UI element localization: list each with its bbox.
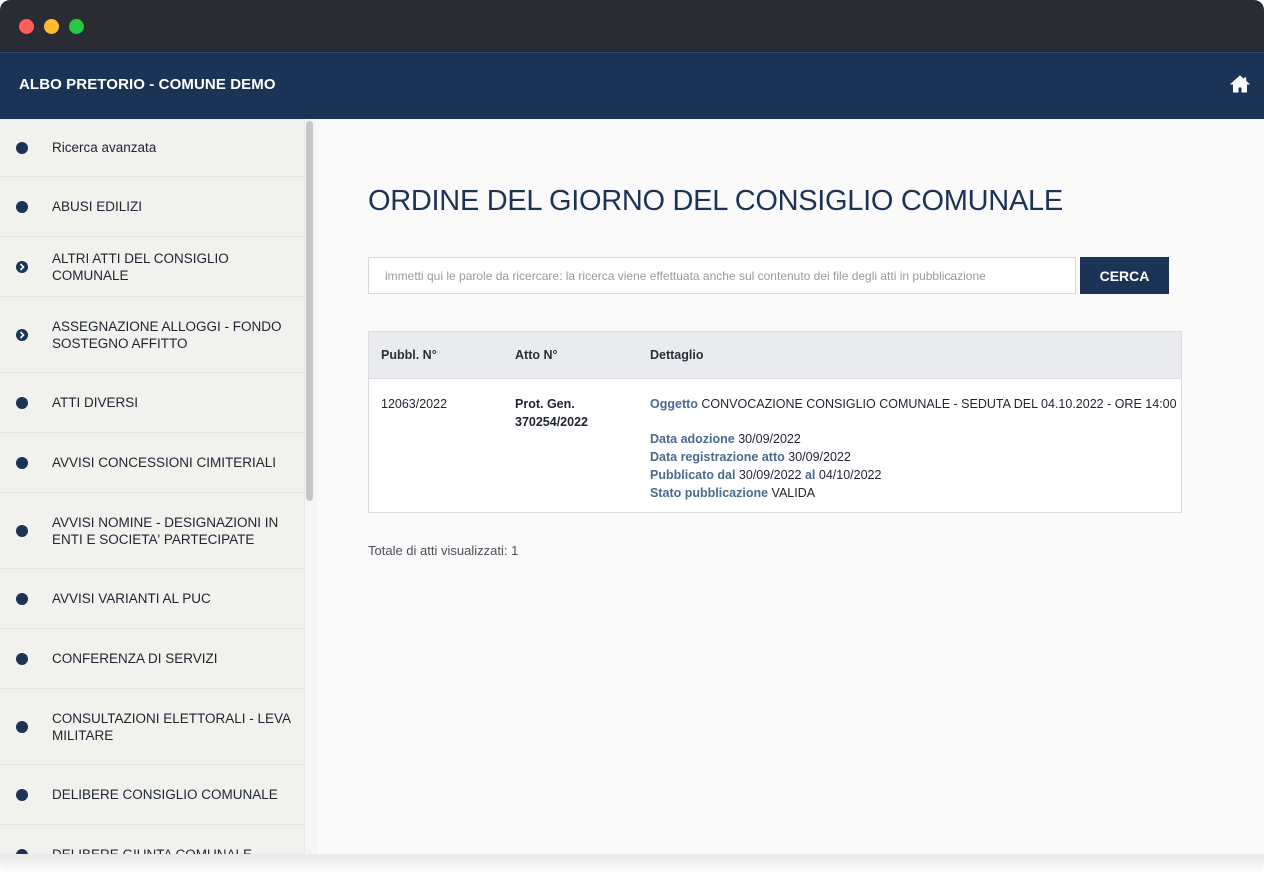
sidebar-item-label: AVVISI VARIANTI AL PUC bbox=[52, 591, 211, 606]
cell-oggetto: Oggetto CONVOCAZIONE CONSIGLIO COMUNALE … bbox=[650, 395, 1177, 413]
pubblicato-al-label: al bbox=[804, 468, 816, 482]
cell-detail-info: Data adozione 30/09/2022 Data registrazi… bbox=[650, 430, 881, 502]
app-title: ALBO PRETORIO - COMUNE DEMO bbox=[19, 76, 276, 93]
chevron-right-icon bbox=[16, 260, 28, 273]
bullet-dot-icon bbox=[16, 652, 28, 665]
results-total: Totale di atti visualizzati: 1 bbox=[368, 543, 519, 558]
bullet-dot-icon bbox=[16, 200, 28, 213]
sidebar-item-label: Ricerca avanzata bbox=[52, 140, 157, 155]
sidebar-item-label: ALTRI ATTI DEL CONSIGLIO COMUNALE bbox=[52, 250, 229, 283]
sidebar-item-label: AVVISI NOMINE - DESIGNAZIONI IN ENTI E S… bbox=[52, 514, 279, 547]
sidebar-item[interactable]: CONSULTAZIONI ELETTORALI - LEVA MILITARE bbox=[0, 689, 304, 765]
sidebar-nav: Ricerca avanzata ABUSI EDILIZI ALTRI ATTI … bbox=[0, 119, 304, 854]
data-registrazione-label: Data registrazione atto bbox=[650, 450, 785, 464]
pubblicato-dal-label: Pubblicato dal bbox=[650, 468, 736, 482]
data-registrazione-value: 30/09/2022 bbox=[788, 450, 851, 464]
sidebar-item[interactable]: CONFERENZA DI SERVIZI bbox=[0, 629, 304, 689]
app-header: ALBO PRETORIO - COMUNE DEMO bbox=[0, 52, 1264, 120]
sidebar-item[interactable]: ALTRI ATTI DEL CONSIGLIO COMUNALE bbox=[0, 237, 304, 297]
close-window-button[interactable] bbox=[19, 19, 34, 34]
data-adozione-label: Data adozione bbox=[650, 432, 735, 446]
sidebar-item[interactable]: ASSEGNAZIONE ALLOGGI - FONDO SOSTEGNO AF… bbox=[0, 297, 304, 373]
sidebar-item[interactable]: DELIBERE CONSIGLIO COMUNALE bbox=[0, 765, 304, 825]
sidebar-item-label: DELIBERE CONSIGLIO COMUNALE bbox=[52, 787, 278, 802]
results-table: Pubbl. N° Atto N° Dettaglio 12063/2022 P… bbox=[368, 331, 1182, 513]
sidebar-scrollbar-thumb[interactable] bbox=[306, 121, 313, 501]
sidebar-item-label: CONFERENZA DI SERVIZI bbox=[52, 651, 218, 666]
pubblicato-al-value: 04/10/2022 bbox=[818, 468, 882, 482]
browser-window: ALBO PRETORIO - COMUNE DEMO Ricerca avan… bbox=[0, 0, 1264, 874]
column-header-dettaglio: Dettaglio bbox=[650, 348, 704, 362]
sidebar-item-label: ASSEGNAZIONE ALLOGGI - FONDO SOSTEGNO AF… bbox=[52, 318, 282, 351]
bullet-dot-icon bbox=[16, 396, 28, 409]
bullet-dot-icon bbox=[16, 788, 28, 801]
window-bottom-edge bbox=[0, 854, 1264, 874]
bullet-dot-icon bbox=[16, 592, 28, 605]
atto-n-line2: 370254/2022 bbox=[515, 415, 588, 429]
oggetto-value: CONVOCAZIONE CONSIGLIO COMUNALE - SEDUTA… bbox=[701, 397, 1177, 411]
search-input[interactable] bbox=[368, 257, 1076, 294]
sidebar-item[interactable]: Ricerca avanzata bbox=[0, 119, 304, 177]
page-title: ORDINE DEL GIORNO DEL CONSIGLIO COMUNALE bbox=[368, 185, 1063, 217]
main-content: ORDINE DEL GIORNO DEL CONSIGLIO COMUNALE… bbox=[317, 119, 1264, 854]
pubblicato-dal-value: 30/09/2022 bbox=[738, 468, 802, 482]
atto-n-line1: Prot. Gen. bbox=[515, 397, 575, 411]
cell-pubbl-n: 12063/2022 bbox=[381, 397, 448, 411]
bullet-dot-icon bbox=[16, 141, 28, 154]
sidebar-item[interactable]: AVVISI CONCESSIONI CIMITERIALI bbox=[0, 433, 304, 493]
window-titlebar bbox=[0, 0, 1264, 52]
sidebar-item-label: AVVISI CONCESSIONI CIMITERIALI bbox=[52, 455, 277, 470]
sidebar-item[interactable]: AVVISI NOMINE - DESIGNAZIONI IN ENTI E S… bbox=[0, 493, 304, 569]
column-header-atto: Atto N° bbox=[515, 348, 558, 362]
data-adozione-value: 30/09/2022 bbox=[738, 432, 801, 446]
stato-value: VALIDA bbox=[771, 486, 816, 500]
sidebar-item-label: DELIBERE GIUNTA COMUNALE bbox=[52, 846, 252, 854]
minimize-window-button[interactable] bbox=[44, 19, 59, 34]
sidebar-item-label: ATTI DIVERSI bbox=[52, 395, 139, 410]
sidebar-item[interactable]: DELIBERE GIUNTA COMUNALE bbox=[0, 825, 304, 854]
stato-label: Stato pubblicazione bbox=[650, 486, 769, 500]
bullet-dot-icon bbox=[16, 720, 28, 733]
sidebar-item-label: CONSULTAZIONI ELETTORALI - LEVA MILITARE bbox=[52, 710, 291, 743]
column-header-pubbl: Pubbl. N° bbox=[381, 348, 437, 362]
sidebar-item[interactable]: ABUSI EDILIZI bbox=[0, 177, 304, 237]
sidebar-item[interactable]: AVVISI VARIANTI AL PUC bbox=[0, 569, 304, 629]
table-row[interactable]: 12063/2022 Prot. Gen. 370254/2022 Oggett… bbox=[369, 379, 1181, 512]
cell-atto-n: Prot. Gen. 370254/2022 bbox=[515, 395, 588, 431]
maximize-window-button[interactable] bbox=[69, 19, 84, 34]
sidebar-item[interactable]: ATTI DIVERSI bbox=[0, 373, 304, 433]
sidebar-item-label: ABUSI EDILIZI bbox=[52, 199, 143, 214]
table-header: Pubbl. N° Atto N° Dettaglio bbox=[369, 332, 1181, 379]
bullet-dot-icon bbox=[16, 524, 28, 537]
chevron-right-icon bbox=[16, 328, 28, 341]
home-icon[interactable] bbox=[1230, 75, 1250, 93]
search-button[interactable]: CERCA bbox=[1080, 257, 1169, 294]
bullet-dot-icon bbox=[16, 456, 28, 469]
oggetto-label: Oggetto bbox=[650, 397, 698, 411]
